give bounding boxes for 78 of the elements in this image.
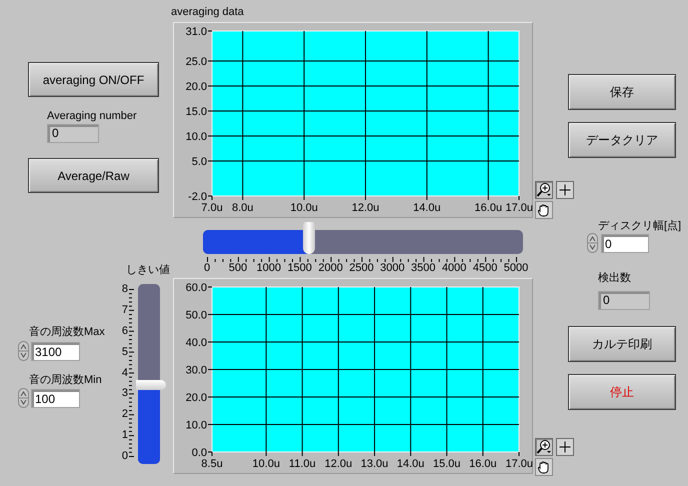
scale-label: 7 [120, 304, 128, 316]
axis-tick-label: 12.0u [352, 202, 380, 214]
axis-tick-label: 10.0u [252, 458, 280, 470]
scale-label: 0 [120, 450, 128, 462]
axis-tick-label: 50.0 [186, 310, 207, 322]
slider-thumb[interactable] [302, 222, 315, 254]
axis-tick-label: 8.5u [201, 458, 223, 470]
axis-tick-label: 16.0u [474, 202, 502, 214]
spin-buttons-icon[interactable] [587, 233, 598, 253]
field-label: 検出数 [598, 271, 631, 286]
scale-label: 2000 [317, 262, 344, 274]
axis-tick-label: 11.0u [288, 458, 316, 470]
scale-label: 4500 [472, 262, 498, 274]
scale-label: 8 [120, 283, 128, 295]
spin-buttons-icon[interactable] [18, 341, 29, 361]
button[interactable]: データクリア [568, 122, 676, 158]
axis-tick-label: 16.0u [469, 458, 497, 470]
scale-label: 3000 [379, 262, 406, 274]
axis-tick-label: 13.0u [360, 458, 388, 470]
axis-tick-label: 40.0 [186, 337, 207, 349]
axis-tick-label: 15.0u [433, 458, 461, 470]
field-label: 音の周波数Min [29, 372, 102, 388]
slider-label: しきい値 [126, 263, 170, 278]
axis-tick-label: 14.0u [413, 202, 441, 214]
hand-icon[interactable] [535, 458, 553, 476]
axis-tick-label: 7.0u [201, 202, 223, 214]
button[interactable]: averaging ON/OFF [28, 62, 159, 97]
hand-icon[interactable] [535, 201, 553, 219]
axis-tick-label: 0.0 [192, 447, 207, 459]
button[interactable]: Average/Raw [28, 158, 159, 193]
readout-field: 0 [47, 124, 99, 143]
scale-label: 3 [120, 387, 128, 400]
readout-field: 0 [598, 291, 650, 310]
number-field[interactable]: 3100 [31, 342, 80, 361]
axis-tick-label: 10.0 [186, 131, 207, 143]
axis-tick-label: 17.0u [505, 202, 533, 214]
axis-tick-label: 20.0 [186, 392, 207, 404]
scale-label: 4000 [440, 262, 468, 274]
field-label: 音の周波数Max [29, 324, 105, 340]
spin-buttons-icon[interactable] [18, 388, 29, 408]
axis-tick-label: -2.0 [188, 191, 207, 203]
axis-tick-label: 14.0u [396, 458, 424, 470]
slider-track[interactable] [138, 284, 160, 464]
scale-label: 5 [120, 346, 128, 358]
scale-label: 5000 [502, 262, 530, 274]
graph-title: averaging data [171, 5, 244, 20]
axis-tick-label: 10.0 [186, 420, 207, 432]
scale-label: 0 [202, 262, 212, 274]
field-label: ディスクリ幅[点] [598, 218, 682, 234]
axis-tick-label: 20.0 [186, 81, 207, 93]
axis-tick-label: 12.0u [324, 458, 352, 470]
slider-track[interactable] [203, 230, 523, 254]
button[interactable]: 保存 [568, 74, 676, 110]
axis-tick-label: 8.0u [232, 202, 254, 214]
zoom-icon[interactable] [535, 181, 553, 199]
axis-tick-label: 5.0 [192, 156, 207, 168]
scale-label: 4 [120, 366, 128, 378]
scale-label: 500 [228, 262, 248, 274]
axis-tick-label: 25.0 [186, 56, 207, 68]
scale-label: 3500 [410, 262, 437, 274]
slider-thumb[interactable] [136, 380, 166, 390]
scale-label: 1000 [256, 262, 282, 274]
scale-label: 6 [120, 324, 128, 337]
axis-tick-label: 15.0 [186, 106, 207, 118]
axis-tick-label: 10.0u [290, 202, 318, 214]
scale-label: 1500 [286, 262, 313, 274]
button[interactable]: カルテ印刷 [568, 326, 676, 362]
axis-tick-label: 60.0 [186, 282, 207, 294]
scale-label: 2500 [348, 262, 375, 274]
number-field[interactable]: 100 [31, 389, 80, 408]
scale-label: 1 [120, 429, 128, 442]
scale-label: 2 [120, 408, 128, 420]
number-field[interactable]: 0 [601, 234, 649, 253]
axis-tick-label: 30.0 [186, 364, 207, 376]
field-label: Averaging number [47, 109, 137, 124]
axis-tick-label: 31.0 [186, 26, 207, 38]
axis-tick-label: 17.0u [505, 458, 533, 470]
zoom-icon[interactable] [535, 438, 553, 456]
